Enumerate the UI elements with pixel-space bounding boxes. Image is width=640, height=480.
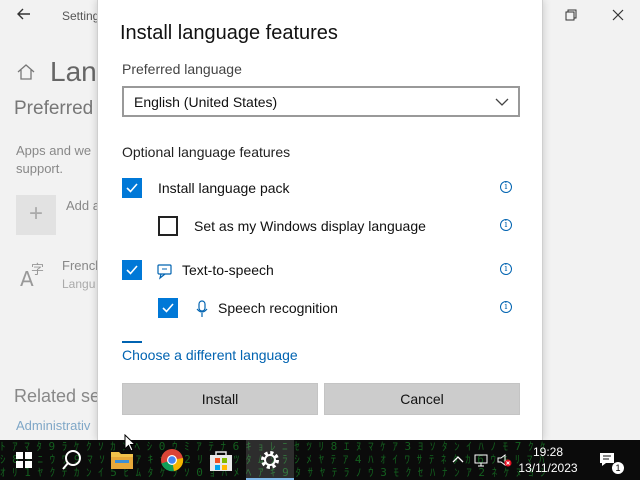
microphone-icon	[193, 300, 211, 318]
install-language-pack-label[interactable]: Install language pack	[158, 180, 290, 196]
add-language-plus-icon[interactable]: +	[16, 195, 56, 235]
info-icon[interactable]: i	[500, 181, 512, 193]
dialog-title: Install language features	[120, 22, 338, 44]
chevron-up-icon[interactable]	[450, 452, 466, 468]
text-to-speech-checkbox[interactable]	[122, 260, 142, 280]
close-icon[interactable]	[606, 6, 630, 26]
store-button[interactable]	[197, 440, 245, 480]
chrome-button[interactable]	[148, 440, 196, 480]
back-arrow-icon[interactable]	[14, 6, 34, 26]
mouse-cursor-icon	[124, 433, 137, 452]
info-icon[interactable]: i	[500, 219, 512, 231]
home-icon[interactable]	[16, 62, 36, 82]
related-settings-heading: Related se	[14, 386, 101, 406]
file-explorer-icon	[111, 452, 133, 469]
chrome-icon	[161, 449, 184, 472]
settings-icon	[261, 451, 279, 469]
info-icon[interactable]: i	[500, 263, 512, 275]
taskbar: ﾄ ｱ ﾏ ﾀ 9 ﾗ ｹ ｸ ｿ ｶ ﾝ ﾍ ｼ 0 ｳ ﾐ ｱ ﾃ ﾅ 6 …	[0, 440, 640, 480]
choose-different-language-link[interactable]: Choose a different language	[122, 347, 298, 363]
info-icon[interactable]: i	[500, 301, 512, 313]
search-button[interactable]	[48, 440, 96, 480]
system-clock[interactable]: 19:28 13/11/2023	[516, 444, 580, 476]
text-to-speech-label[interactable]: Text-to-speech	[182, 262, 274, 278]
volume-muted-icon[interactable]	[496, 452, 512, 468]
settings-button[interactable]	[246, 440, 294, 480]
svg-text:字: 字	[31, 263, 44, 278]
windows-logo-icon	[16, 452, 32, 468]
notification-count-badge: 1	[612, 462, 624, 474]
install-language-features-dialog: Install language features Preferred lang…	[97, 0, 543, 440]
preferred-section-heading: Preferred	[14, 98, 94, 119]
set-display-language-checkbox[interactable]	[158, 216, 178, 236]
speech-recognition-label[interactable]: Speech recognition	[218, 300, 338, 316]
chevron-down-icon	[494, 94, 510, 110]
add-language-label[interactable]: Add a	[66, 198, 100, 213]
speech-recognition-checkbox[interactable]	[158, 298, 178, 318]
network-icon[interactable]	[473, 452, 489, 468]
link-focus-underline	[122, 341, 142, 343]
text-to-speech-icon	[156, 262, 174, 280]
search-icon	[62, 450, 81, 470]
optional-features-label: Optional language features	[122, 144, 291, 160]
install-language-pack-checkbox[interactable]	[122, 178, 142, 198]
section-description: Apps and we support.	[16, 143, 92, 176]
preferred-language-value: English (United States)	[134, 94, 278, 110]
language-list-item-sub: Langu	[62, 277, 96, 291]
install-button[interactable]: Install	[122, 383, 318, 415]
preferred-language-label: Preferred language	[122, 61, 242, 77]
language-icon: A 字	[20, 260, 50, 291]
administrative-link[interactable]: Administrativ	[16, 418, 90, 433]
preferred-language-select[interactable]: English (United States)	[122, 86, 520, 117]
start-button[interactable]	[0, 440, 48, 480]
settings-window-title: Setting	[62, 9, 100, 23]
file-explorer-button[interactable]	[98, 440, 146, 480]
clock-date: 13/11/2023	[518, 461, 578, 475]
maximize-icon[interactable]	[559, 6, 583, 26]
store-icon	[210, 451, 232, 471]
clock-time: 19:28	[532, 445, 564, 459]
set-display-language-label[interactable]: Set as my Windows display language	[194, 218, 426, 234]
cancel-button[interactable]: Cancel	[324, 383, 520, 415]
